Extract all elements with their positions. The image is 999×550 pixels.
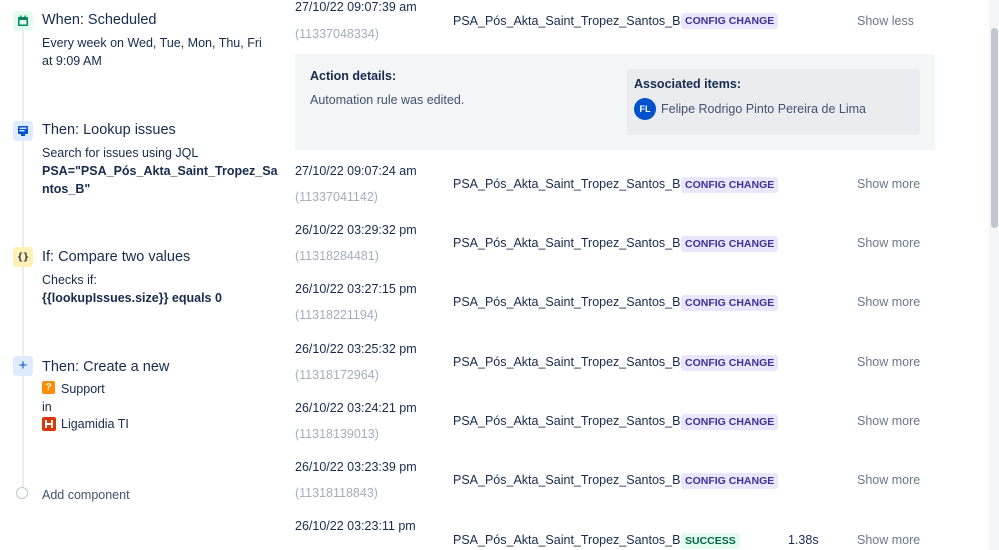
show-more-link[interactable]: Show more [857,236,920,250]
action-project: Ligamidia TI [61,417,129,431]
trigger-schedule: Every week on Wed, Tue, Mon, Thu, Fri [42,36,262,50]
lookup-title[interactable]: Then: Lookup issues [42,122,176,138]
support-issue-type-icon: ? [42,381,55,394]
show-more-link[interactable]: Show more [857,177,920,191]
log-rule-name: PSA_Pós_Akta_Saint_Tropez_Santos_B [453,295,681,309]
show-more-link[interactable]: Show more [857,473,920,487]
log-timestamp: 26/10/22 03:23:39 pm [295,460,417,474]
log-rule-name: PSA_Pós_Akta_Saint_Tropez_Santos_B [453,14,681,28]
log-duration: 1.38s [788,533,819,547]
condition-expression: {{lookupIssues.size}} equals 0 [42,291,222,305]
calendar-icon[interactable] [13,11,33,31]
action-title[interactable]: Then: Create a new [42,359,169,375]
log-timestamp: 26/10/22 03:25:32 pm [295,342,417,356]
lookup-jql-continued: ntos_B" [42,182,91,196]
log-rule-name: PSA_Pós_Akta_Saint_Tropez_Santos_B [453,473,681,487]
associated-items-heading: Associated items: [634,77,741,91]
associated-user-name[interactable]: Felipe Rodrigo Pinto Pereira de Lima [661,102,866,116]
action-in-label: in [42,400,52,414]
log-timestamp: 26/10/22 03:27:15 pm [295,282,417,296]
project-avatar-icon [42,417,56,431]
action-details-heading: Action details: [310,69,397,83]
add-component-link[interactable]: Add component [42,486,272,504]
condition-braces-icon[interactable]: {} [13,247,33,267]
log-execution-id: (11318221194) [295,308,378,322]
log-rule-name: PSA_Pós_Akta_Saint_Tropez_Santos_B [453,236,681,250]
status-lozenge: CONFIG CHANGE [681,355,779,371]
show-less-link[interactable]: Show less [857,14,914,28]
log-execution-id: (11318118843) [295,486,378,500]
scrollbar[interactable] [989,0,999,550]
status-lozenge: CONFIG CHANGE [681,414,779,430]
lookup-jql: PSA="PSA_Pós_Akta_Saint_Tropez_Sa [42,164,278,178]
status-lozenge: CONFIG CHANGE [681,473,779,489]
status-lozenge: CONFIG CHANGE [681,295,779,311]
condition-title[interactable]: If: Compare two values [42,249,190,265]
action-issue-type: Support [61,382,105,396]
lookup-issues-icon[interactable] [13,121,33,141]
log-timestamp: 26/10/22 03:23:11 pm [295,519,416,533]
log-timestamp: 26/10/22 03:29:32 pm [295,223,417,237]
log-execution-id: (11337048334) [295,27,379,41]
show-more-link[interactable]: Show more [857,414,920,428]
show-more-link[interactable]: Show more [857,533,920,547]
lookup-description: Search for issues using JQL [42,146,199,160]
log-rule-name: PSA_Pós_Akta_Saint_Tropez_Santos_B [453,177,681,191]
condition-description: Checks if: [42,273,97,287]
log-rule-name: PSA_Pós_Akta_Saint_Tropez_Santos_B [453,414,681,428]
status-lozenge: CONFIG CHANGE [681,236,779,252]
log-timestamp: 27/10/22 09:07:24 am [295,164,417,178]
trigger-time: at 9:09 AM [42,54,102,68]
log-execution-id: (11318139013) [295,427,379,441]
user-avatar[interactable]: FL [634,98,656,120]
log-execution-id: (11318284481) [295,249,379,263]
trigger-title[interactable]: When: Scheduled [42,12,156,28]
scrollbar-thumb[interactable] [991,28,998,228]
log-execution-id: (11337041142) [295,190,378,204]
show-more-link[interactable]: Show more [857,295,920,309]
log-execution-id: (11318172964) [295,368,379,382]
add-component-dot-icon [16,487,28,499]
action-details-text: Automation rule was edited. [310,93,465,107]
status-lozenge: CONFIG CHANGE [681,177,779,193]
log-rule-name: PSA_Pós_Akta_Saint_Tropez_Santos_B [453,355,681,369]
status-lozenge: CONFIG CHANGE [681,13,779,29]
log-rule-name: PSA_Pós_Akta_Saint_Tropez_Santos_B [453,533,681,547]
plus-icon[interactable]: + [13,356,33,376]
log-timestamp: 27/10/22 09:07:39 am [295,0,417,14]
show-more-link[interactable]: Show more [857,355,920,369]
status-lozenge: SUCCESS [681,533,740,549]
log-timestamp: 26/10/22 03:24:21 pm [295,401,417,415]
